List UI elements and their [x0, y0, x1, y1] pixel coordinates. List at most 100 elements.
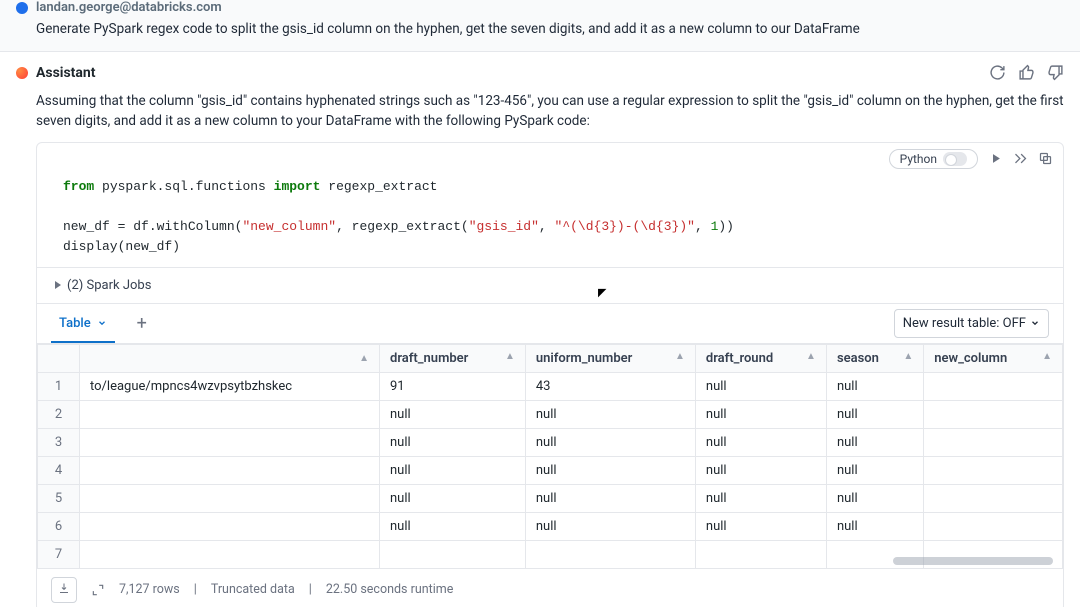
cell: null [695, 428, 826, 456]
thumbs-down-icon[interactable] [1047, 64, 1064, 81]
cell: null [826, 428, 923, 456]
cell [80, 540, 380, 568]
cell: null [525, 400, 695, 428]
run-icon[interactable] [988, 151, 1003, 166]
language-pill[interactable]: Python [889, 149, 978, 169]
cell: null [695, 512, 826, 540]
expand-icon[interactable] [91, 583, 105, 597]
cell: null [525, 428, 695, 456]
chevron-down-icon [97, 318, 107, 328]
regenerate-icon[interactable] [989, 64, 1006, 81]
code-editor[interactable]: from pyspark.sql.functions import regexp… [37, 171, 1063, 267]
user-message-block: landan.george@databricks.com Generate Py… [0, 0, 1080, 52]
table-row[interactable]: 2nullnullnullnull [38, 400, 1063, 428]
cell [80, 400, 380, 428]
chevron-down-icon [1030, 318, 1040, 328]
table-row[interactable]: 3nullnullnullnull [38, 428, 1063, 456]
cell: null [695, 484, 826, 512]
thumbs-up-icon[interactable] [1018, 64, 1035, 81]
copy-icon[interactable] [1038, 151, 1053, 166]
user-avatar [16, 2, 28, 14]
cell: null [826, 512, 923, 540]
cell [80, 512, 380, 540]
result-table-wrap: ▲ draft_number▲ uniform_number▲ draft_ro… [37, 343, 1063, 569]
rownum-cell: 3 [38, 428, 80, 456]
code-cell: Python from pyspark.sql.functions import… [36, 142, 1064, 607]
sort-icon[interactable]: ▲ [903, 351, 913, 362]
table-row[interactable]: 1to/league/mpncs4wzvpsytbzhskec9143nulln… [38, 372, 1063, 400]
assistant-intro-text: Assuming that the column "gsis_id" conta… [16, 91, 1064, 142]
cell [924, 484, 1063, 512]
footer-rows: 7,127 rows [119, 582, 180, 597]
cell: null [380, 400, 526, 428]
cell [924, 512, 1063, 540]
cell: null [380, 484, 526, 512]
cell: null [525, 512, 695, 540]
rownum-cell: 4 [38, 456, 80, 484]
spark-jobs-label: (2) Spark Jobs [67, 278, 151, 293]
cell: null [826, 400, 923, 428]
add-tab-button[interactable]: + [129, 305, 155, 342]
table-row[interactable]: 4nullnullnullnull [38, 456, 1063, 484]
col-header-new-column[interactable]: new_column▲ [924, 344, 1063, 372]
sort-icon[interactable]: ▲ [505, 351, 515, 362]
footer-truncated: Truncated data [211, 582, 295, 597]
cell: null [826, 456, 923, 484]
cell: null [380, 428, 526, 456]
cell [924, 372, 1063, 400]
table-row[interactable]: 5nullnullnullnull [38, 484, 1063, 512]
footer-runtime: 22.50 seconds runtime [326, 582, 454, 597]
result-table: ▲ draft_number▲ uniform_number▲ draft_ro… [37, 344, 1063, 569]
tab-table[interactable]: Table [51, 304, 115, 343]
new-result-table-select[interactable]: New result table: OFF [894, 309, 1049, 338]
cell: null [826, 372, 923, 400]
rownum-cell: 1 [38, 372, 80, 400]
cell [80, 484, 380, 512]
table-row[interactable]: 6nullnullnullnull [38, 512, 1063, 540]
language-toggle[interactable] [943, 152, 967, 166]
sort-icon[interactable]: ▲ [806, 351, 816, 362]
download-button[interactable] [51, 577, 77, 603]
rownum-cell: 2 [38, 400, 80, 428]
cell [924, 428, 1063, 456]
new-result-label: New result table: OFF [903, 316, 1026, 331]
sort-icon[interactable]: ▲ [359, 353, 369, 364]
sort-icon[interactable]: ▲ [1042, 351, 1052, 362]
col-header-season[interactable]: season▲ [826, 344, 923, 372]
cell: to/league/mpncs4wzvpsytbzhskec [80, 372, 380, 400]
cell: null [826, 484, 923, 512]
cell [80, 428, 380, 456]
cell: null [695, 456, 826, 484]
cell [380, 540, 526, 568]
col-header-draft-round[interactable]: draft_round▲ [695, 344, 826, 372]
user-email: landan.george@databricks.com [36, 0, 222, 15]
cell: 91 [380, 372, 526, 400]
cell [80, 456, 380, 484]
language-label: Python [900, 152, 937, 166]
download-icon [58, 582, 70, 594]
assistant-avatar [16, 67, 28, 79]
col-header-first[interactable]: ▲ [80, 344, 380, 372]
assistant-title: Assistant [36, 65, 96, 81]
cell: null [695, 372, 826, 400]
cell: null [525, 456, 695, 484]
cell: 43 [525, 372, 695, 400]
rownum-cell: 7 [38, 540, 80, 568]
result-footer: 7,127 rows | Truncated data | 22.50 seco… [37, 569, 1063, 607]
more-icon[interactable] [1013, 151, 1028, 166]
cell [525, 540, 695, 568]
spark-jobs-toggle[interactable]: (2) Spark Jobs [37, 267, 1063, 303]
col-header-uniform-number[interactable]: uniform_number▲ [525, 344, 695, 372]
rownum-header[interactable] [38, 344, 80, 372]
cell [924, 456, 1063, 484]
rownum-cell: 5 [38, 484, 80, 512]
cell [695, 540, 826, 568]
cell: null [525, 484, 695, 512]
caret-right-icon [55, 281, 61, 289]
horizontal-scrollbar[interactable] [893, 557, 1053, 565]
tab-table-label: Table [59, 316, 91, 331]
cell [924, 400, 1063, 428]
col-header-draft-number[interactable]: draft_number▲ [380, 344, 526, 372]
cell-toolbar: Python [37, 143, 1063, 171]
sort-icon[interactable]: ▲ [675, 351, 685, 362]
